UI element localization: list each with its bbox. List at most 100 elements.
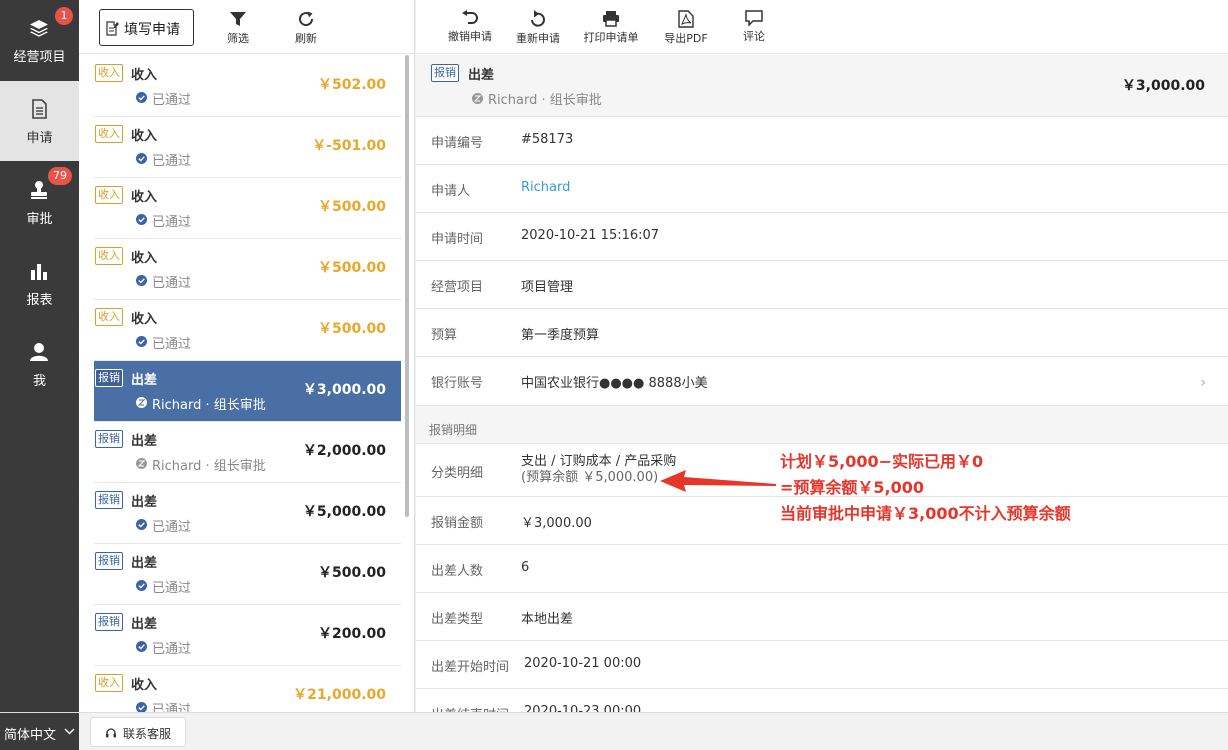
refresh-button[interactable]: 刷新 (276, 10, 336, 50)
export-pdf-button[interactable]: 导出PDF (660, 10, 712, 50)
printer-icon (603, 11, 619, 27)
nav-label: 审批 (26, 212, 53, 227)
field-bank-account[interactable]: 银行账号 中国农业银行●●●● 8888小美 › (416, 357, 1228, 406)
check-circle-icon (136, 153, 147, 164)
row-status: 已通过 (136, 211, 191, 230)
budget-annotation: 计划￥5,000−实际已用￥0 =预算余额￥5,000 当前审批中申请￥3,00… (780, 449, 1228, 527)
revoke-application-label: 撤销申请 (448, 30, 492, 43)
field-label: 报销金额 (431, 516, 484, 531)
applicant-link[interactable]: Richard (521, 180, 570, 195)
field-project: 经营项目 项目管理 (416, 261, 1228, 309)
print-application-button[interactable]: 打印申请单 (578, 10, 644, 50)
nav-item-approvals[interactable]: 审批 79 (0, 162, 79, 242)
language-selector[interactable]: 简体中文 (0, 713, 79, 750)
list-toolbar: 填写申请 筛选 刷新 (79, 0, 414, 54)
row-title: 收入 (131, 678, 158, 693)
application-row[interactable]: 报销 出差 已通过 ￥5,000.00 (94, 483, 401, 544)
field-value: #58173 (521, 132, 574, 147)
field-value: 6 (521, 560, 530, 575)
comment-label: 评论 (743, 30, 765, 43)
application-list: 收入 收入 已通过 ￥502.00 收入 收入 已通过 ￥-501.00 收入 收入 已通过 ￥500… (94, 56, 401, 712)
check-circle-icon (136, 702, 147, 712)
row-status: 已通过 (136, 89, 191, 108)
field-label: 预算 (431, 328, 458, 343)
pending-icon (136, 397, 147, 408)
application-row[interactable]: 收入 收入 已通过 ￥-501.00 (94, 117, 401, 178)
nav-item-reports[interactable]: 报表 (0, 243, 79, 323)
main-nav: 经营项目 1 申请 审批 79 报表 我 (0, 0, 79, 712)
row-amount: ￥502.00 (317, 77, 386, 93)
row-status-text: Richard · 组长审批 (152, 459, 266, 474)
row-amount: ￥500.00 (317, 199, 386, 215)
category-path: 支出 / 订购成本 / 产品采购 (521, 454, 677, 469)
row-title: 收入 (131, 68, 158, 83)
notification-badge: 1 (55, 7, 73, 25)
comment-button[interactable]: 评论 (734, 10, 774, 50)
application-row[interactable]: 报销 出差 已通过 ￥500.00 (94, 544, 401, 605)
row-title: 出差 (131, 434, 158, 449)
field-value: 2020-10-21 00:00 (524, 656, 642, 671)
layers-icon (30, 20, 48, 37)
row-title: 出差 (131, 617, 158, 632)
field-application-number: 申请编号 #58173 (416, 117, 1228, 165)
type-tag: 收入 (95, 125, 123, 143)
field-value: 中国农业银行●●●● 8888小美 (521, 376, 708, 391)
type-tag: 收入 (95, 308, 123, 326)
detail-toolbar: 撤销申请 重新申请 打印申请单 导出PDF 评论 (416, 0, 1228, 54)
field-label: 出差开始时间 (431, 660, 510, 675)
application-row[interactable]: 收入 收入 已通过 ￥21,000.00 (94, 666, 401, 712)
field-value: 本地出差 (521, 612, 574, 627)
application-row[interactable]: 报销 出差 已通过 ￥200.00 (94, 605, 401, 666)
annotation-arrow-icon (660, 470, 776, 492)
type-tag: 收入 (95, 186, 123, 204)
field-value: 2020-10-23 00:00 (524, 704, 642, 712)
application-row[interactable]: 收入 收入 已通过 ￥500.00 (94, 239, 401, 300)
row-status: 已通过 (136, 516, 191, 535)
nav-item-applications[interactable]: 申请 (0, 81, 79, 161)
application-row[interactable]: 收入 收入 已通过 ￥500.00 (94, 300, 401, 361)
reapply-button[interactable]: 重新申请 (512, 10, 564, 50)
list-scrollbar[interactable] (405, 55, 409, 517)
row-amount: ￥500.00 (317, 260, 386, 276)
stamp-icon (31, 181, 47, 199)
type-tag: 报销 (95, 491, 123, 509)
contact-support-label: 联系客服 (123, 727, 172, 741)
application-row[interactable]: 收入 收入 已通过 ￥502.00 (94, 56, 401, 117)
row-title: 出差 (131, 373, 158, 388)
category-value: 支出 / 订购成本 / 产品采购 (预算余额 ￥5,000.00) (521, 454, 676, 486)
nav-label: 报表 (26, 293, 53, 308)
check-circle-icon (136, 275, 147, 286)
application-row[interactable]: 收入 收入 已通过 ￥500.00 (94, 178, 401, 239)
export-pdf-label: 导出PDF (664, 32, 708, 45)
contact-support-button[interactable]: 联系客服 (90, 717, 186, 747)
type-tag: 报销 (95, 430, 123, 448)
nav-item-me[interactable]: 我 (0, 324, 79, 404)
field-label: 申请人 (431, 184, 471, 199)
filter-button[interactable]: 筛选 (208, 10, 268, 50)
row-amount: ￥3,000.00 (302, 382, 386, 398)
nav-label: 我 (32, 374, 46, 389)
row-amount: ￥21,000.00 (293, 687, 386, 703)
write-application-button[interactable]: 填写申请 (99, 9, 194, 46)
row-status: Richard · 组长审批 (136, 455, 266, 474)
comment-icon (745, 10, 763, 26)
row-status-text: 已通过 (152, 154, 192, 169)
application-row[interactable]: 报销 出差 Richard · 组长审批 ￥3,000.00 (94, 361, 401, 422)
application-row[interactable]: 报销 出差 Richard · 组长审批 ￥2,000.00 (94, 422, 401, 483)
refresh-icon (299, 11, 314, 27)
nav-label: 经营项目 (13, 50, 66, 65)
field-label: 申请时间 (431, 232, 484, 247)
field-label: 分类明细 (431, 466, 484, 481)
annotation-line: 计划￥5,000−实际已用￥0 (780, 452, 984, 471)
detail-header: 报销 出差 Richard · 组长审批 ￥3,000.00 (416, 55, 1228, 117)
nav-item-projects[interactable]: 经营项目 1 (0, 0, 79, 80)
row-amount: ￥5,000.00 (302, 504, 386, 520)
pdf-file-icon (678, 10, 694, 28)
headset-icon (106, 728, 116, 738)
revoke-application-button[interactable]: 撤销申请 (444, 10, 496, 50)
row-title: 收入 (131, 190, 158, 205)
check-circle-icon (136, 519, 147, 530)
field-trip-start: 出差开始时间 2020-10-21 00:00 (416, 641, 1228, 689)
undo-icon (462, 10, 478, 24)
row-amount: ￥200.00 (317, 626, 386, 642)
